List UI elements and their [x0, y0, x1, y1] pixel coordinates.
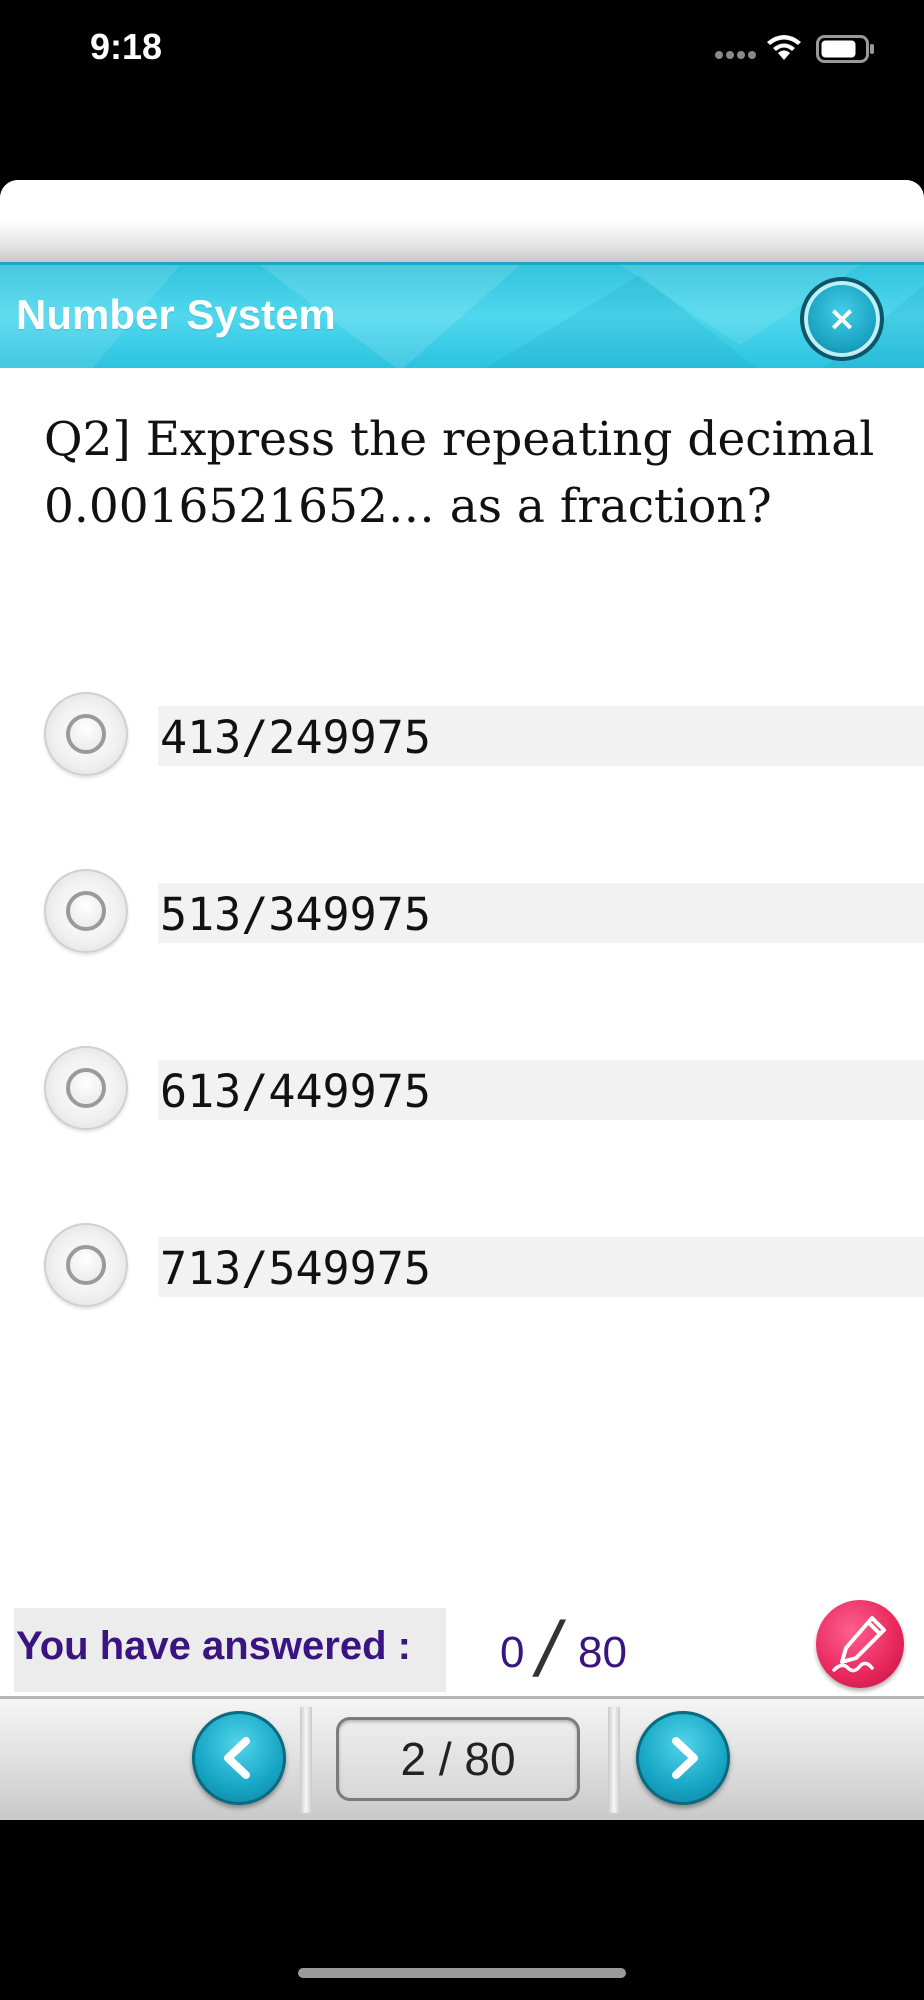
nav-divider	[608, 1707, 620, 1813]
card-top-strip	[0, 180, 924, 262]
nav-divider	[300, 1707, 312, 1813]
notes-button[interactable]	[816, 1600, 904, 1688]
radio-button[interactable]	[44, 1046, 128, 1130]
answered-label: You have answered :	[16, 1624, 411, 1668]
radio-button[interactable]	[44, 1223, 128, 1307]
option-label: 713/549975	[158, 1237, 924, 1297]
cellular-signal-icon	[715, 51, 756, 59]
option-label: 513/349975	[158, 883, 924, 943]
answer-option-3[interactable]: 613/449975	[0, 1038, 924, 1134]
radio-button[interactable]	[44, 869, 128, 953]
question-text: Q2] Express the repeating decimal 0.0016…	[44, 412, 875, 534]
header-bar: Number System ×	[0, 262, 924, 368]
page-indicator: 2 / 80	[336, 1717, 580, 1801]
option-label: 413/249975	[158, 706, 924, 766]
battery-icon	[816, 35, 874, 63]
navigation-bar: 2 / 80	[0, 1696, 924, 1820]
home-indicator[interactable]	[298, 1968, 626, 1978]
answered-total: 80	[578, 1628, 627, 1677]
answer-option-2[interactable]: 513/349975	[0, 861, 924, 957]
answered-separator: /	[528, 1605, 570, 1693]
wifi-icon	[767, 35, 801, 60]
close-icon: ×	[827, 299, 857, 339]
chevron-left-icon	[224, 1737, 250, 1779]
answered-count: 0	[500, 1628, 525, 1677]
previous-button[interactable]	[192, 1711, 286, 1805]
status-time: 9:18	[90, 26, 163, 67]
close-button[interactable]: ×	[800, 277, 884, 361]
status-bar: 9:18	[0, 0, 924, 110]
option-label: 613/449975	[158, 1060, 924, 1120]
quiz-card: Number System × Q2] Express the repeatin…	[0, 180, 924, 1820]
answered-label-box: You have answered :	[14, 1608, 446, 1692]
page-title: Number System	[16, 291, 336, 338]
answer-option-4[interactable]: 713/549975	[0, 1215, 924, 1311]
pen-icon	[832, 1616, 886, 1673]
next-button[interactable]	[636, 1711, 730, 1805]
answer-option-1[interactable]: 413/249975	[0, 684, 924, 780]
radio-button[interactable]	[44, 692, 128, 776]
chevron-right-icon	[672, 1737, 698, 1779]
